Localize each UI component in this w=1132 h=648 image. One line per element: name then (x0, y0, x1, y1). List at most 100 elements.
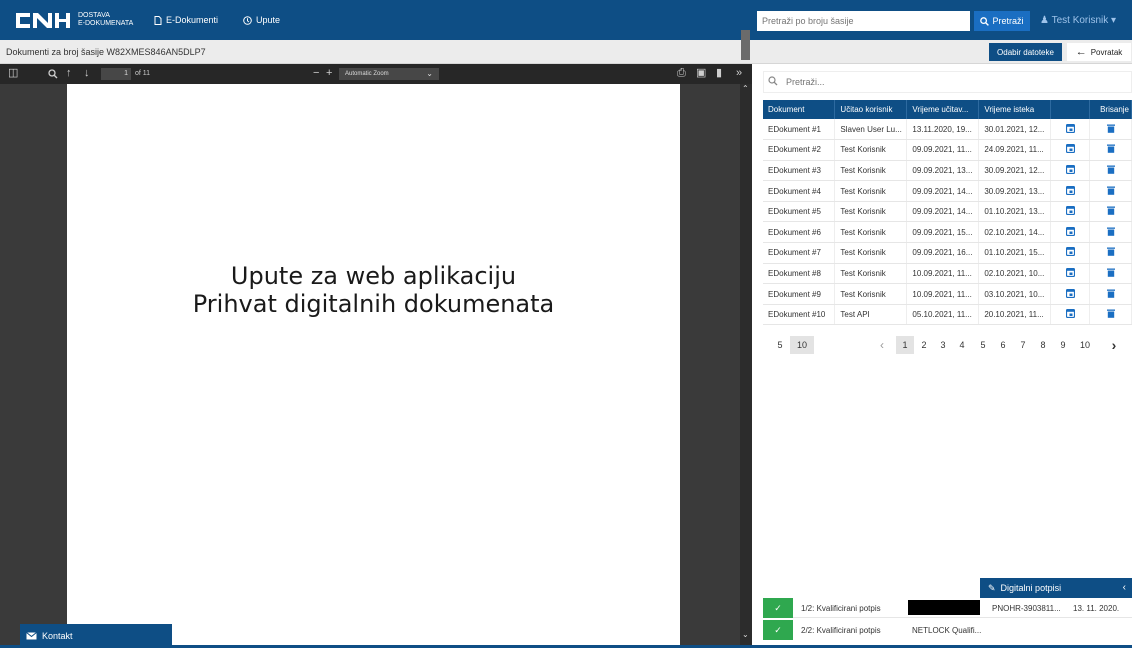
documents-search-input[interactable] (763, 71, 1132, 93)
select-files-button[interactable]: Odabir datoteke (989, 43, 1062, 61)
cell-korisnik: Test Korisnik (834, 201, 908, 223)
chassis-search-input[interactable] (757, 11, 970, 31)
table-row[interactable]: EDokument #10 Test API 05.10.2021, 11... 20… (763, 304, 1132, 326)
column-brisanje: Brisanje (1089, 100, 1132, 119)
delete-icon[interactable] (1089, 283, 1132, 305)
delete-icon[interactable] (1089, 221, 1132, 244)
pdf-scrollbar-thumb[interactable] (741, 30, 750, 60)
table-row[interactable]: EDokument #9 Test Korisnik 10.09.2021, 11.… (763, 283, 1132, 305)
tools-menu-icon[interactable]: » (736, 67, 742, 80)
delete-icon[interactable] (1089, 304, 1132, 326)
delete-icon[interactable] (1089, 160, 1132, 182)
column-vrijeme-ucitavanja[interactable]: Vrijeme učitav... (906, 100, 980, 119)
delete-icon[interactable] (1089, 180, 1132, 202)
cell-vrijeme-isteka: 24.09.2021, 11... (978, 139, 1052, 161)
signatures-title: Digitalni potpisi (1000, 583, 1062, 593)
prev-page-icon[interactable]: ‹ (873, 336, 891, 354)
page-3[interactable]: 3 (934, 336, 952, 354)
signature-row[interactable]: ✓ 2/2: Kvalificirani potpis NETLOCK Qual… (763, 620, 1132, 640)
page-size-10[interactable]: 10 (790, 336, 814, 354)
user-menu[interactable]: ♟ Test Korisnik ▾ (1040, 15, 1116, 26)
cell-vrijeme-isteka: 01.10.2021, 15... (978, 242, 1052, 264)
open-document-icon[interactable] (1050, 139, 1090, 161)
cell-dokument: EDokument #8 (763, 263, 836, 285)
zoom-select[interactable]: Automatic Zoom ⌄ (339, 68, 439, 80)
page-title: Dokumenti za broj šasije W82XMES846AN5DL… (6, 47, 206, 57)
check-icon: ✓ (763, 598, 793, 618)
next-page-icon[interactable]: › (1105, 336, 1123, 354)
zoom-in-icon[interactable]: + (326, 67, 332, 80)
signature-row[interactable]: ✓ 1/2: Kvalificirani potpis PNOHR-390381… (763, 598, 1132, 618)
find-icon[interactable] (48, 69, 58, 79)
cell-vrijeme-isteka: 03.10.2021, 10... (978, 283, 1052, 305)
scroll-down-icon[interactable]: ⌄ (742, 630, 749, 639)
open-document-icon[interactable] (1050, 283, 1090, 305)
pdf-viewer: ◫ ↑ ↓ 1 of 11 − + Automatic Zoom ⌄ ⎙ ▣ ▮… (0, 64, 752, 648)
signature-date: 13. 11. 2020. (1073, 604, 1120, 613)
table-row[interactable]: EDokument #1 Slaven User Lu... 13.11.2020,… (763, 119, 1132, 141)
page-2[interactable]: 2 (915, 336, 933, 354)
open-document-icon[interactable] (1050, 180, 1090, 202)
column-ucitao-korisnik[interactable]: Učitao korisnik (834, 100, 908, 119)
collapse-icon[interactable]: ‹ (1123, 582, 1126, 593)
cell-korisnik: Test Korisnik (834, 160, 908, 182)
open-document-icon[interactable] (1050, 263, 1090, 285)
sidebar-toggle-icon[interactable]: ◫ (8, 67, 18, 80)
open-document-icon[interactable] (1050, 242, 1090, 264)
nav-e-dokumenti[interactable]: E-Dokumenti (154, 15, 218, 25)
page-8[interactable]: 8 (1034, 336, 1052, 354)
open-document-icon[interactable] (1050, 201, 1090, 223)
cell-dokument: EDokument #4 (763, 180, 836, 202)
search-button[interactable]: Pretraži (974, 11, 1030, 31)
delete-icon[interactable] (1089, 242, 1132, 264)
page-9[interactable]: 9 (1054, 336, 1072, 354)
table-row[interactable]: EDokument #2 Test Korisnik 09.09.2021, 11.… (763, 139, 1132, 161)
cell-korisnik: Test Korisnik (834, 263, 908, 285)
open-document-icon[interactable] (1050, 221, 1090, 244)
open-document-icon[interactable] (1050, 160, 1090, 182)
documents-table-body: EDokument #1 Slaven User Lu... 13.11.2020,… (763, 119, 1132, 326)
search-button-label: Pretraži (992, 16, 1024, 26)
nav-e-dokumenti-label: E-Dokumenti (166, 15, 219, 25)
table-row[interactable]: EDokument #7 Test Korisnik 09.09.2021, 16.… (763, 242, 1132, 264)
page-4[interactable]: 4 (953, 336, 971, 354)
table-row[interactable]: EDokument #5 Test Korisnik 09.09.2021, 14.… (763, 201, 1132, 223)
bookmark-icon[interactable]: ▮ (716, 67, 722, 80)
signatures-panel-header[interactable]: ✎ Digitalni potpisi ‹ (980, 578, 1132, 598)
next-page-icon[interactable]: ↓ (84, 67, 90, 80)
nav-upute[interactable]: Upute (243, 15, 280, 25)
cell-vrijeme-ucitavanja: 05.10.2021, 11... (906, 304, 980, 326)
print-icon[interactable]: ⎙ (677, 67, 686, 80)
back-button[interactable]: ← Povratak (1067, 43, 1131, 61)
table-row[interactable]: EDokument #6 Test Korisnik 09.09.2021, 15.… (763, 221, 1132, 244)
cnh-logo[interactable] (14, 11, 72, 30)
table-row[interactable]: EDokument #3 Test Korisnik 09.09.2021, 13.… (763, 160, 1132, 182)
delete-icon[interactable] (1089, 119, 1132, 141)
delete-icon[interactable] (1089, 201, 1132, 223)
zoom-out-icon[interactable]: − (313, 67, 319, 80)
column-dokument[interactable]: Dokument (763, 100, 836, 119)
open-document-icon[interactable] (1050, 304, 1090, 326)
user-icon: ♟ (1040, 15, 1049, 26)
delete-icon[interactable] (1089, 263, 1132, 285)
page-1[interactable]: 1 (896, 336, 914, 354)
delete-icon[interactable] (1089, 139, 1132, 161)
open-document-icon[interactable] (1050, 119, 1090, 141)
page-size-5[interactable]: 5 (771, 336, 789, 354)
page-10[interactable]: 10 (1075, 336, 1095, 354)
arrow-left-icon: ← (1075, 46, 1087, 58)
page-7[interactable]: 7 (1014, 336, 1032, 354)
save-icon[interactable]: ▣ (696, 67, 706, 80)
scroll-up-icon[interactable]: ⌃ (742, 84, 749, 93)
previous-page-icon[interactable]: ↑ (66, 67, 72, 80)
table-row[interactable]: EDokument #8 Test Korisnik 10.09.2021, 11.… (763, 263, 1132, 285)
pdf-scrollbar[interactable] (740, 84, 752, 648)
page-6[interactable]: 6 (994, 336, 1012, 354)
page-5[interactable]: 5 (974, 336, 992, 354)
table-row[interactable]: EDokument #4 Test Korisnik 09.09.2021, 14.… (763, 180, 1132, 202)
column-vrijeme-isteka[interactable]: Vrijeme isteka (978, 100, 1052, 119)
pagination: 5 10 ‹ 1 2 3 4 5 6 7 8 9 10 › (763, 336, 1132, 354)
documents-table: Dokument Učitao korisnik Vrijeme učitav.… (763, 100, 1132, 326)
caret-down-icon: ▾ (1111, 15, 1117, 26)
page-number-input[interactable]: 1 (101, 68, 131, 80)
